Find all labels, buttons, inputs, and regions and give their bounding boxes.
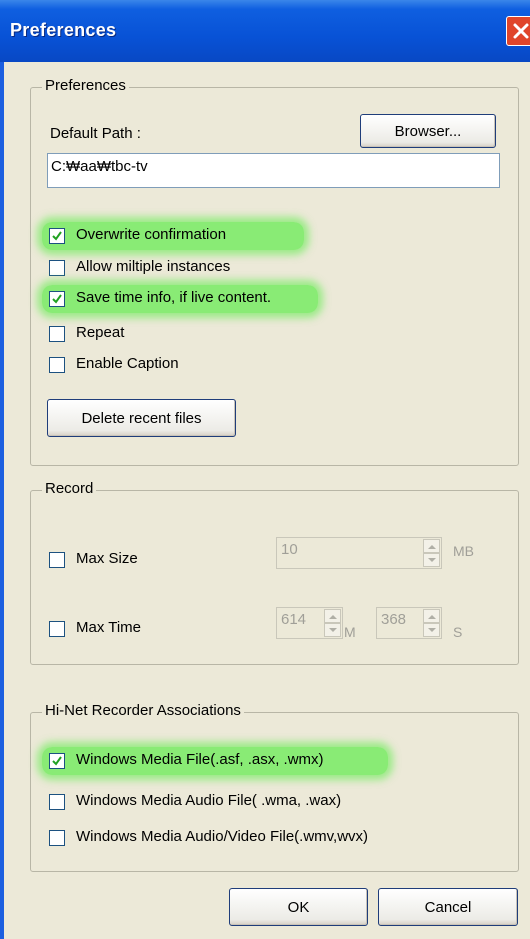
preferences-dialog: Preferences Preferences Default Path : B… (0, 0, 530, 939)
record-group-legend: Record (42, 480, 97, 497)
spin-up-button[interactable] (423, 539, 440, 553)
arrow-down-icon (427, 627, 436, 632)
ok-button[interactable]: OK (229, 888, 368, 926)
max-size-value: 10 (281, 541, 298, 558)
window-title: Preferences (10, 20, 117, 40)
enable-caption-checkbox[interactable] (49, 357, 65, 373)
spin-down-button[interactable] (423, 623, 440, 637)
delete-recent-files-button[interactable]: Delete recent files (47, 399, 236, 437)
close-button[interactable] (506, 16, 530, 46)
max-size-checkbox[interactable] (49, 552, 65, 568)
spin-up-button[interactable] (423, 609, 440, 623)
enable-caption-label: Enable Caption (76, 355, 179, 372)
max-time-minutes-value: 614 (281, 611, 307, 628)
spin-up-button[interactable] (324, 609, 341, 623)
arrow-up-icon (328, 614, 337, 619)
repeat-checkbox[interactable] (49, 326, 65, 342)
cancel-button[interactable]: Cancel (378, 888, 518, 926)
arrow-down-icon (328, 627, 337, 632)
associations-group-legend: Hi-Net Recorder Associations (42, 702, 244, 719)
window-border (0, 62, 4, 939)
allow-multiple-instances-checkbox[interactable] (49, 260, 65, 276)
overwrite-confirmation-label: Overwrite confirmation (76, 226, 227, 243)
max-size-label: Max Size (76, 550, 138, 567)
wmv-association-checkbox[interactable] (49, 830, 65, 846)
max-time-seconds-spinner[interactable]: 368 (376, 607, 442, 639)
save-time-info-label: Save time info, if live content. (76, 289, 272, 306)
minutes-unit: M (344, 624, 356, 640)
arrow-down-icon (427, 557, 436, 562)
overwrite-confirmation-checkbox[interactable] (49, 228, 65, 244)
wmv-association-label: Windows Media Audio/Video File(.wmv,wvx) (76, 828, 369, 845)
arrow-up-icon (427, 544, 436, 549)
repeat-label: Repeat (76, 324, 125, 341)
max-time-checkbox[interactable] (49, 621, 65, 637)
wmf-association-checkbox[interactable] (49, 753, 65, 769)
max-time-minutes-spinner[interactable]: 614 (276, 607, 343, 639)
max-time-label: Max Time (76, 619, 142, 636)
max-time-seconds-value: 368 (381, 611, 407, 628)
default-path-input[interactable]: C:₩aa₩tbc-tv (47, 153, 500, 188)
record-group (30, 490, 519, 665)
title-bar[interactable]: Preferences (0, 0, 530, 62)
spin-down-button[interactable] (324, 623, 341, 637)
max-size-spinner[interactable]: 10 (276, 537, 442, 569)
browse-button[interactable]: Browser... (360, 114, 496, 148)
arrow-up-icon (427, 614, 436, 619)
max-size-unit: MB (453, 543, 474, 559)
checkmark-icon (52, 294, 62, 304)
default-path-label: Default Path : (50, 125, 141, 142)
checkmark-icon (52, 756, 62, 766)
preferences-group-legend: Preferences (42, 77, 129, 94)
close-icon (513, 23, 529, 39)
wma-association-label: Windows Media Audio File( .wma, .wax) (76, 792, 342, 809)
spin-down-button[interactable] (423, 553, 440, 567)
save-time-info-checkbox[interactable] (49, 291, 65, 307)
wma-association-checkbox[interactable] (49, 794, 65, 810)
checkmark-icon (52, 231, 62, 241)
allow-multiple-instances-label: Allow miltiple instances (76, 258, 231, 275)
seconds-unit: S (453, 624, 463, 640)
wmf-association-label: Windows Media File(.asf, .asx, .wmx) (76, 751, 324, 768)
